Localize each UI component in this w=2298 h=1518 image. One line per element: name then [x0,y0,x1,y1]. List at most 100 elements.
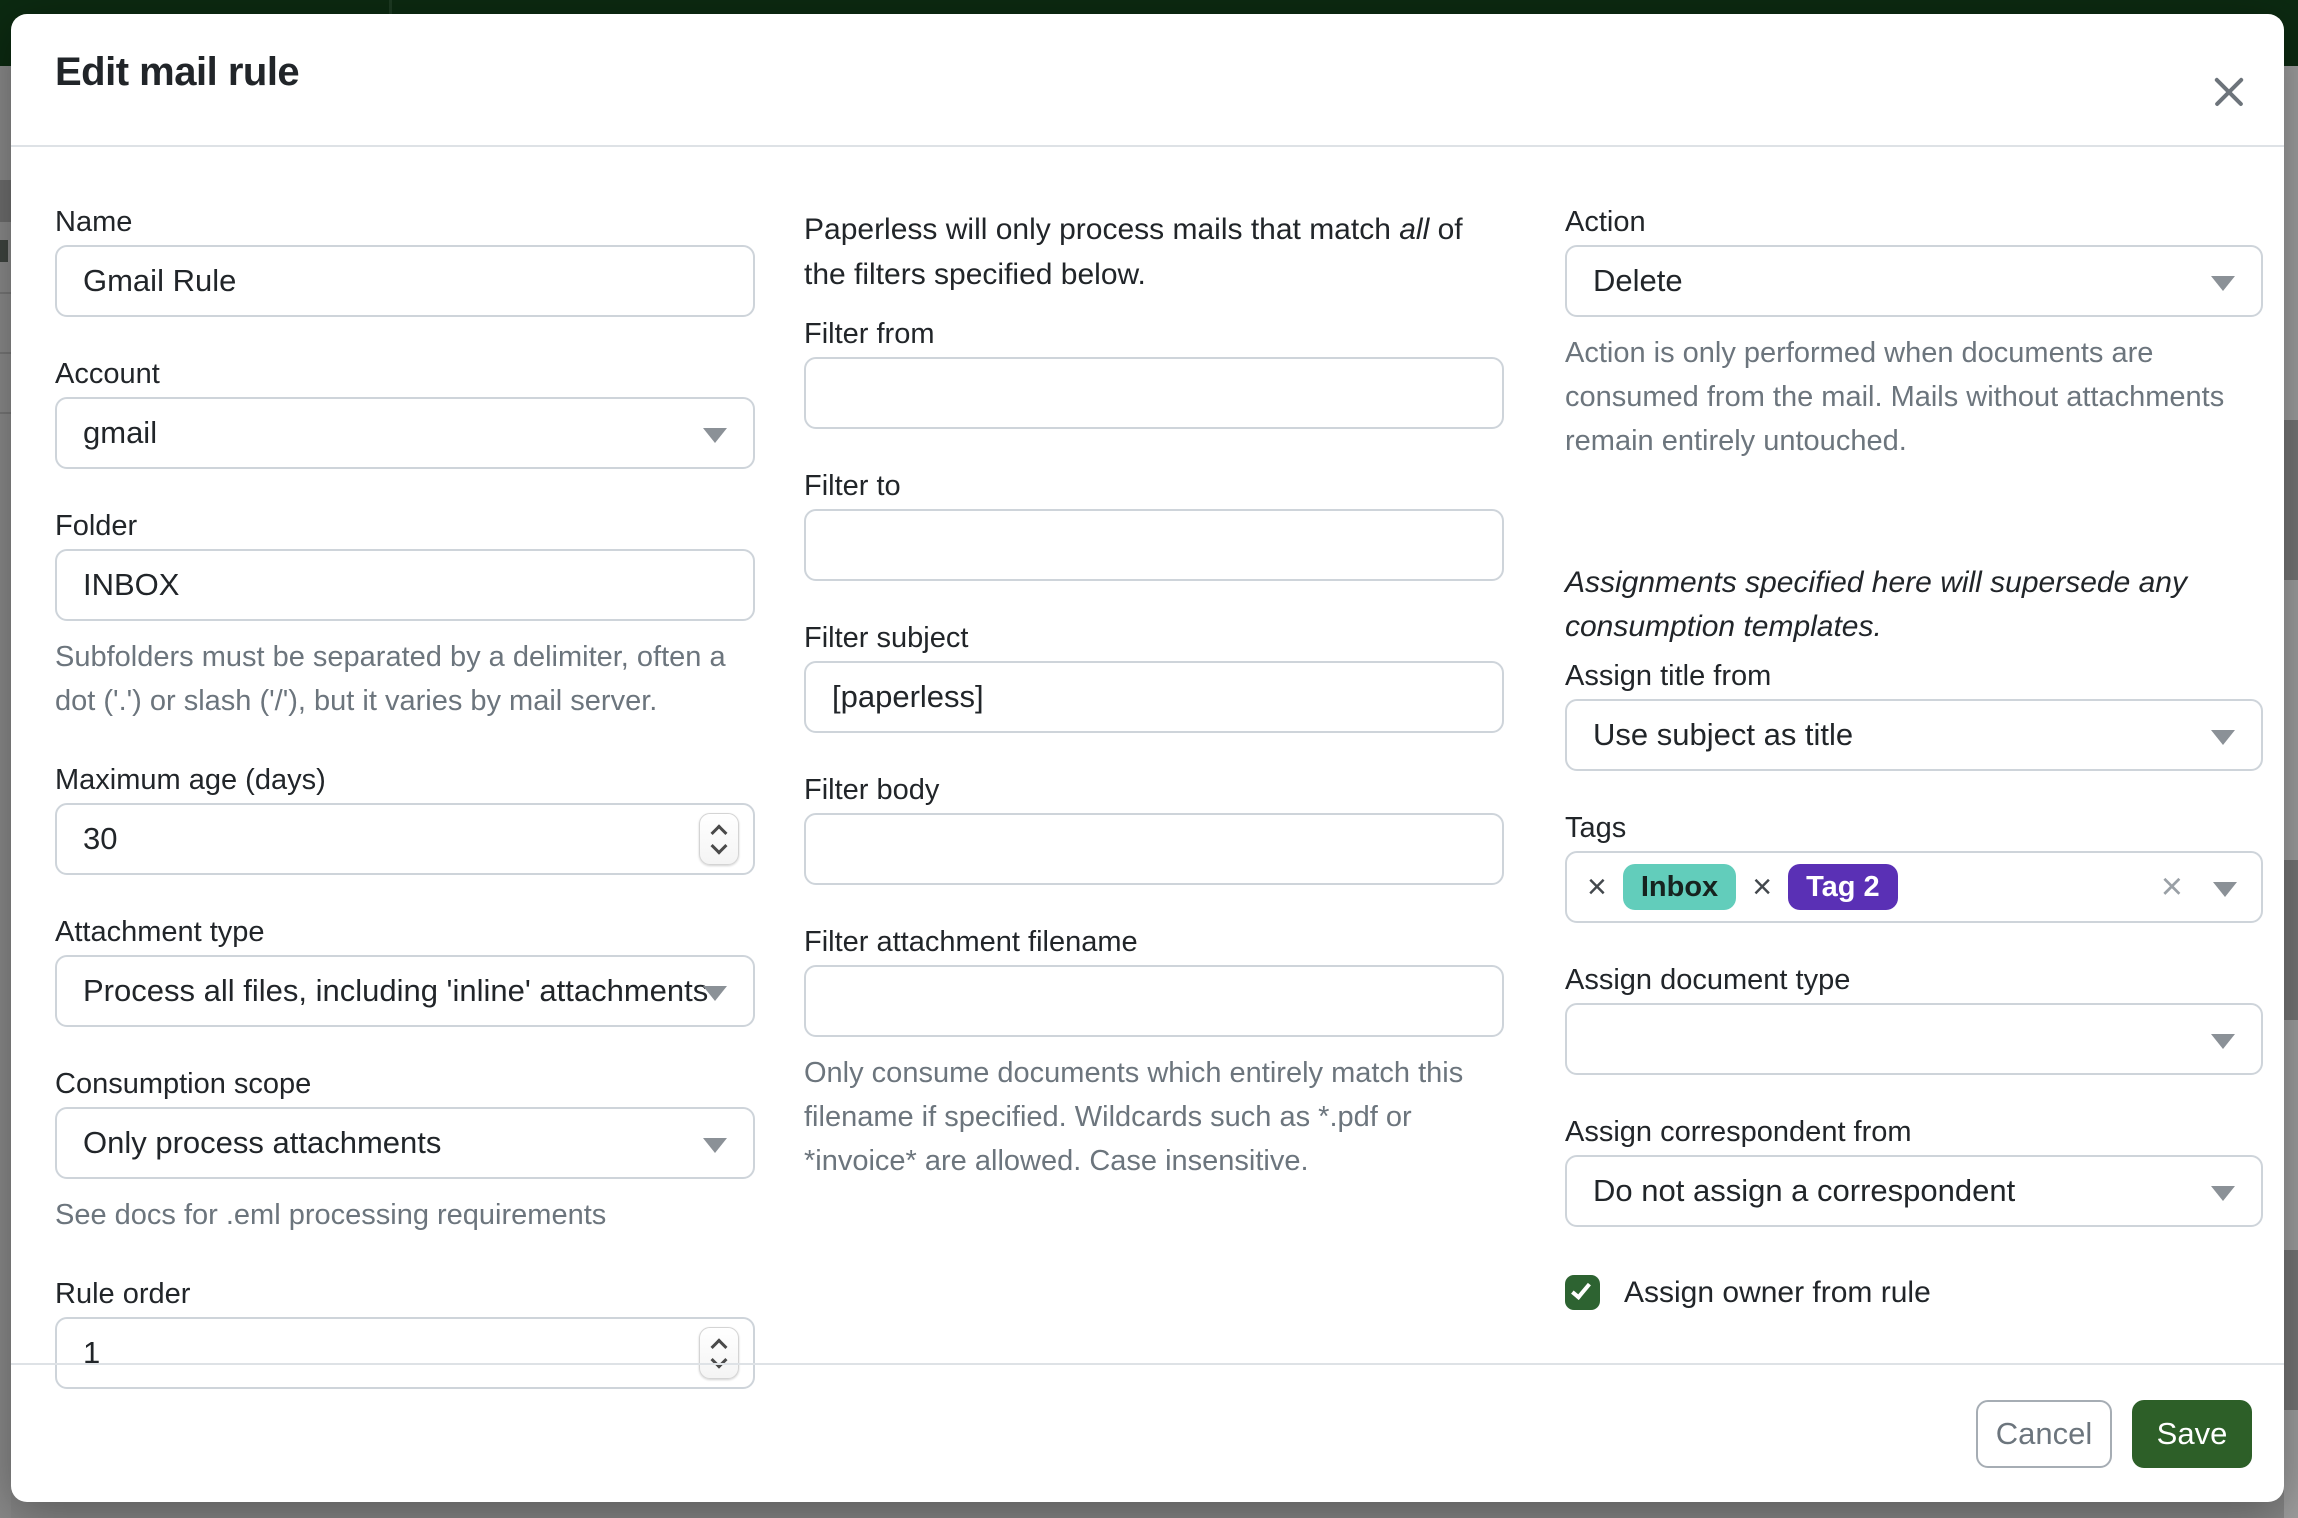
filter-attachment-filename-help: Only consume documents which entirely ma… [804,1051,1504,1183]
field-filter-subject: Filter subject [paperless] [804,623,1504,733]
folder-value: INBOX [83,567,179,603]
column-filters: Paperless will only process mails that m… [804,161,1504,1225]
page-fragment [0,240,8,262]
assign-owner-label[interactable]: Assign owner from rule [1624,1276,1931,1310]
action-value: Delete [1593,263,1683,299]
filter-subject-value: [paperless] [832,679,984,715]
field-assign-title: Assign title from Use subject as title [1565,661,2263,771]
filter-from-input[interactable] [804,357,1504,429]
assignments-note: Assignments specified here will supersed… [1565,561,2263,649]
filter-to-input[interactable] [804,509,1504,581]
attachment-type-label: Attachment type [55,917,755,947]
assign-title-value: Use subject as title [1593,717,1853,753]
scrollbar-segment [2284,1250,2298,1410]
dialog-footer: Cancel Save [11,1363,2284,1502]
filter-attachment-filename-input[interactable] [804,965,1504,1037]
field-name: Name Gmail Rule [55,207,755,317]
account-value: gmail [83,415,157,451]
filter-subject-label: Filter subject [804,623,1504,653]
filter-subject-input[interactable]: [paperless] [804,661,1504,733]
assign-doc-type-label: Assign document type [1565,965,2263,995]
page-fragment [0,412,11,414]
field-tags: Tags × Inbox × Tag 2 × [1565,813,2263,923]
folder-help: Subfolders must be separated by a delimi… [55,635,755,723]
stepper-down-icon [711,837,728,854]
chevron-down-icon [703,986,727,1001]
screen: Edit mail rule Name Gmail Rule Account g… [0,0,2298,1518]
field-folder: Folder INBOX Subfolders must be separate… [55,511,755,723]
field-assign-owner: Assign owner from rule [1565,1275,2263,1310]
filter-attachment-filename-label: Filter attachment filename [804,927,1504,957]
tags-select[interactable]: × Inbox × Tag 2 × [1565,851,2263,923]
checkmark-icon [1571,1279,1591,1300]
action-select[interactable]: Delete [1565,245,2263,317]
number-stepper[interactable] [699,813,739,865]
cancel-button[interactable]: Cancel [1976,1400,2112,1468]
max-age-value: 30 [83,821,117,857]
edit-mail-rule-dialog: Edit mail rule Name Gmail Rule Account g… [11,14,2284,1502]
assign-owner-checkbox[interactable] [1565,1275,1600,1310]
name-value: Gmail Rule [83,263,236,299]
field-consumption-scope: Consumption scope Only process attachmen… [55,1069,755,1237]
assign-doc-type-select[interactable] [1565,1003,2263,1075]
assign-correspondent-label: Assign correspondent from [1565,1117,2263,1147]
filter-body-input[interactable] [804,813,1504,885]
max-age-input[interactable]: 30 [55,803,755,875]
close-icon[interactable] [2198,62,2258,122]
scrollbar-segment [2284,860,2298,1020]
field-assign-correspondent: Assign correspondent from Do not assign … [1565,1117,2263,1227]
column-general: Name Gmail Rule Account gmail Folder INB… [55,161,755,1431]
consumption-scope-help: See docs for .eml processing requirement… [55,1193,755,1237]
chevron-down-icon [2211,276,2235,291]
chevron-down-icon [703,428,727,443]
field-action: Action Delete Action is only performed w… [1565,207,2263,463]
save-button[interactable]: Save [2132,1400,2252,1468]
consumption-scope-label: Consumption scope [55,1069,755,1099]
assign-correspondent-select[interactable]: Do not assign a correspondent [1565,1155,2263,1227]
remove-tag-icon[interactable]: × [1752,870,1772,904]
assign-correspondent-value: Do not assign a correspondent [1593,1173,2015,1209]
field-filter-from: Filter from [804,319,1504,429]
field-assign-doc-type: Assign document type [1565,965,2263,1075]
remove-tag-icon[interactable]: × [1587,870,1607,904]
consumption-scope-value: Only process attachments [83,1125,441,1161]
tags-label: Tags [1565,813,2263,843]
assign-title-select[interactable]: Use subject as title [1565,699,2263,771]
page-title: Edit mail rule [55,50,299,95]
field-max-age: Maximum age (days) 30 [55,765,755,875]
assign-title-label: Assign title from [1565,661,2263,691]
tag-pill-inbox: Inbox [1623,864,1736,910]
attachment-type-select[interactable]: Process all files, including 'inline' at… [55,955,755,1027]
chevron-down-icon [703,1138,727,1153]
dialog-header: Edit mail rule [11,14,2284,147]
attachment-type-value: Process all files, including 'inline' at… [83,973,708,1009]
chevron-down-icon [2211,1186,2235,1201]
column-actions: Action Delete Action is only performed w… [1565,161,2263,1310]
chevron-down-icon [2213,882,2237,897]
tag-pill-tag2: Tag 2 [1788,864,1898,910]
max-age-label: Maximum age (days) [55,765,755,795]
consumption-scope-select[interactable]: Only process attachments [55,1107,755,1179]
chevron-down-icon [2211,1034,2235,1049]
clear-tags-icon[interactable]: × [2161,868,2183,906]
page-fragment [0,180,11,222]
folder-label: Folder [55,511,755,541]
page-fragment [0,292,11,294]
page-fragment [0,352,11,354]
scrollbar-segment [2284,420,2298,580]
filter-body-label: Filter body [804,775,1504,805]
rule-order-label: Rule order [55,1279,755,1309]
page-behind-left-sliver [0,66,11,1518]
field-attachment-type: Attachment type Process all files, inclu… [55,917,755,1027]
field-filter-attachment-filename: Filter attachment filename Only consume … [804,927,1504,1183]
folder-input[interactable]: INBOX [55,549,755,621]
field-filter-body: Filter body [804,775,1504,885]
page-behind-scrollbar [2284,66,2298,1518]
account-select[interactable]: gmail [55,397,755,469]
chevron-down-icon [2211,730,2235,745]
name-input[interactable]: Gmail Rule [55,245,755,317]
filters-intro: Paperless will only process mails that m… [804,207,1504,297]
account-label: Account [55,359,755,389]
action-help: Action is only performed when documents … [1565,331,2263,463]
field-filter-to: Filter to [804,471,1504,581]
